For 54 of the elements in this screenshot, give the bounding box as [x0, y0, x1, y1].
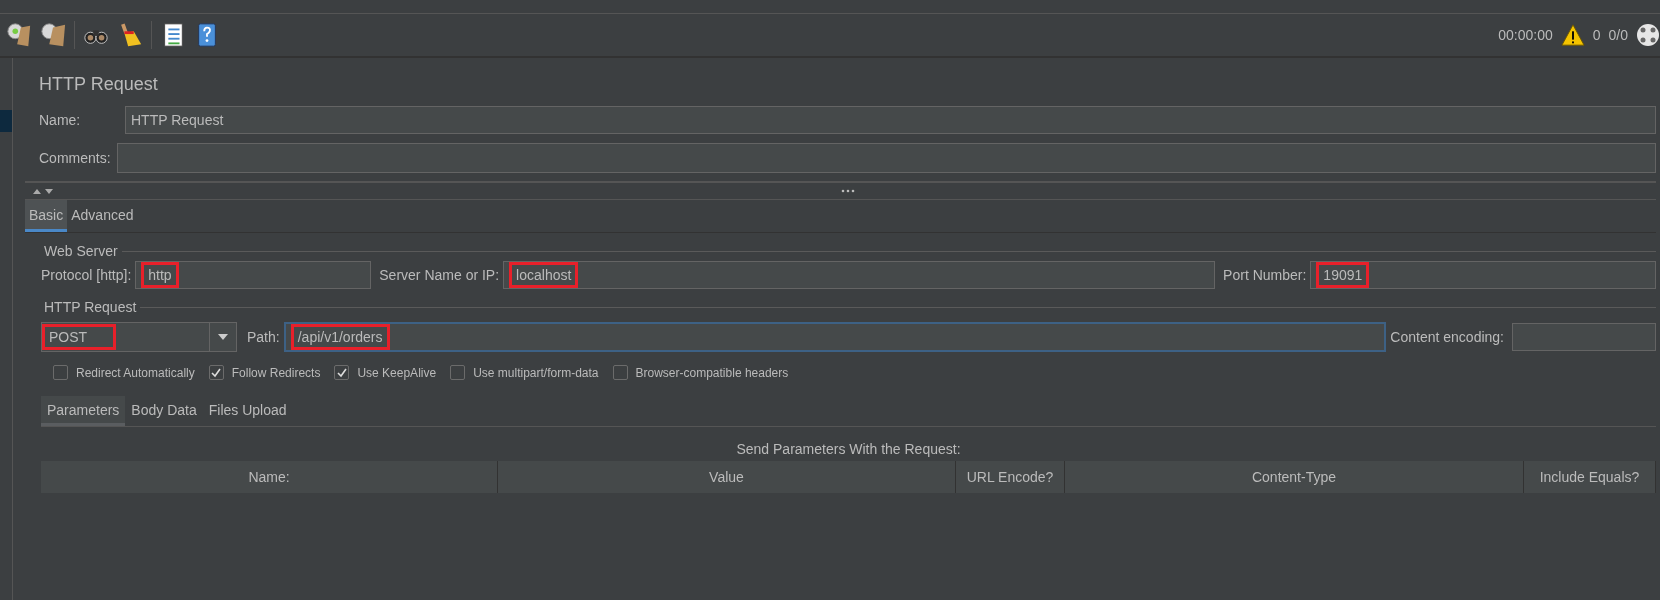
checkbox-label: Browser-compatible headers [635, 365, 789, 380]
field-label: Port Number: [1223, 267, 1307, 283]
thread-count: 0/0 [1608, 27, 1628, 43]
content-encoding-field[interactable] [1512, 323, 1656, 351]
checkbox-label: Redirect Automatically [76, 365, 195, 380]
section-title: Web Server [44, 243, 118, 259]
tab[interactable]: Files Upload [202, 396, 293, 426]
checkbox[interactable] [208, 365, 224, 380]
field-value: localhost [509, 262, 579, 288]
path-label: Path: [247, 329, 280, 345]
column-header[interactable]: Include Equals? [1524, 461, 1656, 493]
gear-broom-icon[interactable] [6, 22, 32, 48]
path-value: /api/v1/orders [290, 324, 390, 350]
method-value: POST [42, 324, 116, 350]
input-field[interactable]: 19091 [1310, 261, 1656, 289]
comments-label: Comments: [39, 150, 112, 166]
elapsed-time: 00:00:00 [1498, 27, 1553, 43]
tab[interactable]: Basic [25, 200, 68, 232]
method-dropdown[interactable]: POST [41, 322, 237, 352]
dropdown-caret-icon [218, 334, 228, 340]
checkbox[interactable] [53, 365, 68, 380]
checkbox-label: Use KeepAlive [357, 365, 437, 380]
collapse-arrows-icon[interactable] [31, 187, 55, 195]
warning-icon[interactable] [1560, 23, 1585, 47]
tab[interactable]: Advanced [67, 200, 138, 232]
section-title: HTTP Request [44, 299, 137, 315]
name-label: Name: [39, 112, 82, 128]
input-field[interactable]: localhost [503, 261, 1216, 289]
column-header[interactable]: Content-Type [1065, 461, 1524, 493]
path-field[interactable]: /api/v1/orders [283, 322, 1387, 352]
field-value: 19091 [1316, 262, 1370, 288]
ball-icon [1636, 23, 1660, 47]
panel-title: HTTP Request [38, 73, 159, 96]
content-encoding-label: Content encoding: [1390, 329, 1504, 345]
tab[interactable]: Body Data [125, 396, 203, 426]
field-label: Protocol [http]: [41, 267, 132, 283]
checkbox-label: Use multipart/form-data [473, 365, 599, 380]
gear-broom-icon[interactable] [40, 22, 66, 48]
checkbox-label: Follow Redirects [231, 365, 321, 380]
checkbox[interactable] [334, 365, 350, 380]
tab[interactable]: Parameters [41, 396, 126, 426]
error-count: 0 [1592, 27, 1601, 43]
table-caption: Send Parameters With the Request: [735, 440, 962, 459]
column-header[interactable]: Name: [41, 461, 498, 493]
column-header[interactable]: URL Encode? [956, 461, 1065, 493]
checkbox[interactable] [450, 365, 466, 380]
comments-field[interactable] [117, 143, 1656, 173]
column-header[interactable]: Value [498, 461, 956, 493]
name-field[interactable]: HTTP Request [125, 106, 1656, 134]
input-field[interactable]: http [135, 261, 372, 289]
field-label: Server Name or IP: [379, 267, 500, 283]
field-value: http [141, 262, 179, 288]
splitter-handle-icon[interactable] [840, 189, 855, 193]
checkbox[interactable] [612, 365, 628, 380]
